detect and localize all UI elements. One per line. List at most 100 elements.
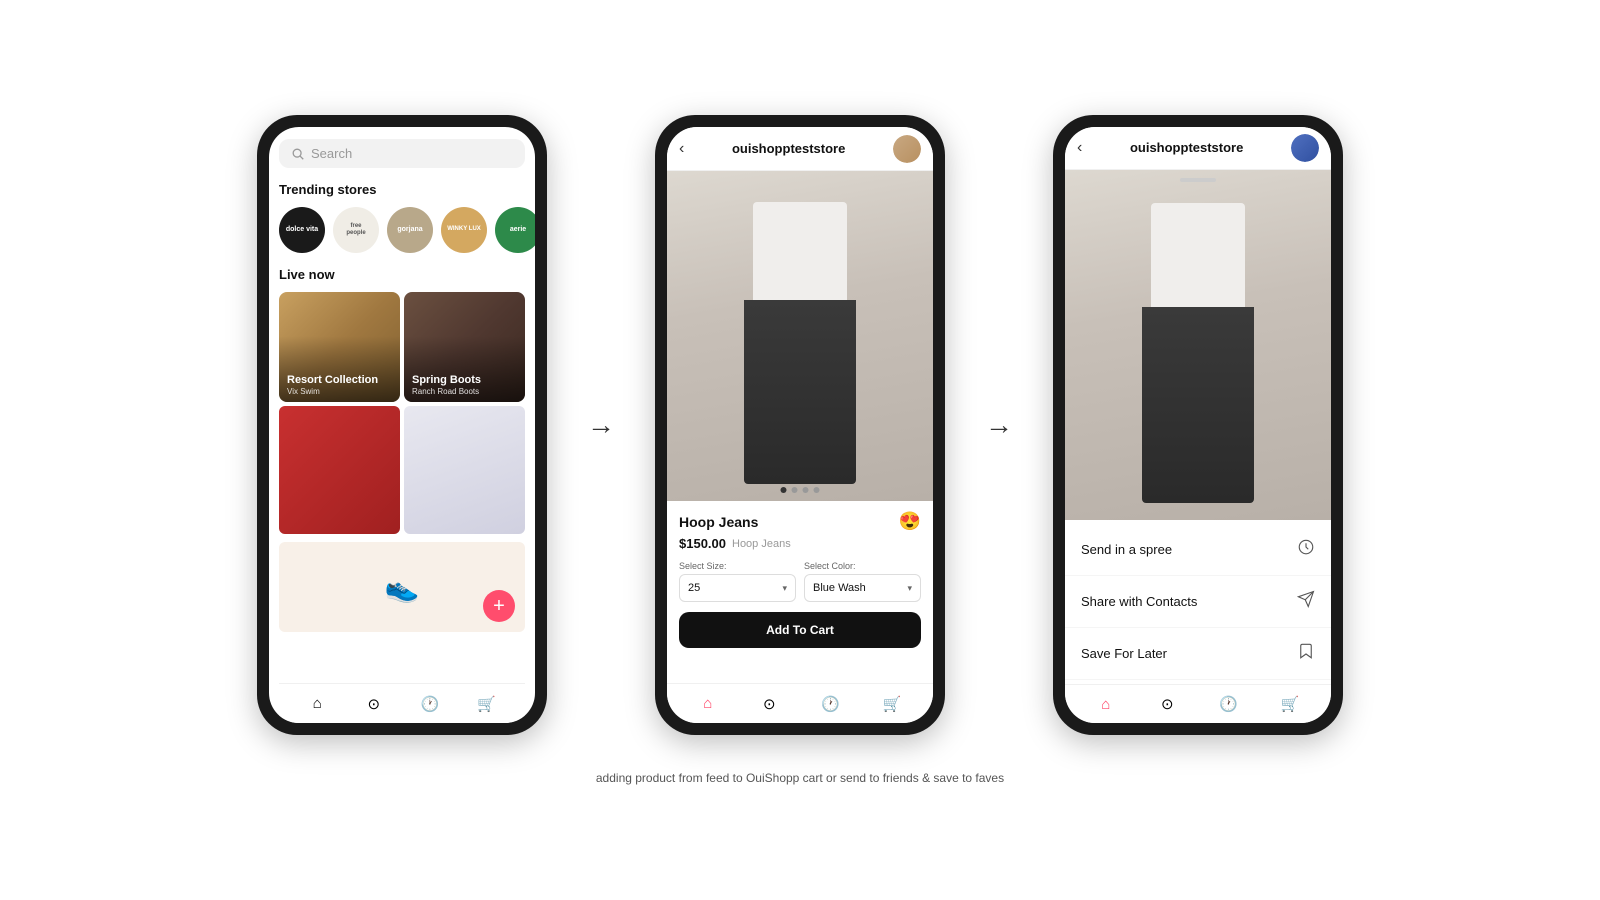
- share-header: ‹ ouishoppteststore: [1065, 127, 1331, 170]
- search-icon: [291, 147, 305, 161]
- back-button[interactable]: ‹: [679, 140, 684, 158]
- dot-2: [792, 487, 798, 493]
- save-later-option[interactable]: Save For Later: [1065, 628, 1331, 680]
- boots-title: Spring Boots: [412, 374, 481, 387]
- products-grid: [279, 406, 525, 534]
- send-icon: [1297, 590, 1315, 613]
- share-product-image: [1065, 170, 1331, 520]
- cart-nav[interactable]: 🛒: [477, 694, 497, 714]
- dot-3: [803, 487, 809, 493]
- store-label: WINKY LUX: [447, 226, 481, 233]
- shoe-image: 👟: [385, 571, 420, 604]
- size-chevron: ▾: [782, 583, 787, 594]
- product-image: [667, 171, 933, 501]
- store-label: dolce vita: [286, 226, 318, 234]
- store-dolce-vita[interactable]: dolce vita: [279, 207, 325, 253]
- title-row: Hoop Jeans 😍: [679, 511, 921, 532]
- home-nav-3[interactable]: ⌂: [1096, 694, 1116, 714]
- store-label: aerie: [510, 226, 526, 234]
- product-info: Hoop Jeans 😍 $150.00 Hoop Jeans Select S…: [667, 501, 933, 658]
- price-label: Hoop Jeans: [732, 538, 791, 550]
- home-nav-2[interactable]: ⌂: [698, 694, 718, 714]
- color-chevron: ▾: [907, 583, 912, 594]
- phone-1-screen: Search Trending stores dolce vita freepe…: [269, 127, 535, 723]
- live-card-resort[interactable]: Resort Collection Vix Swim: [279, 292, 400, 402]
- phone-2-screen: ‹ ouishoppteststore: [667, 127, 933, 723]
- store-aerie[interactable]: aerie: [495, 207, 535, 253]
- dress-card[interactable]: [279, 406, 400, 534]
- color-dropdown[interactable]: Blue Wash ▾: [804, 574, 921, 602]
- bottom-nav: ⌂ ⊙ 🕐 🛒: [279, 683, 525, 723]
- price-row: $150.00 Hoop Jeans: [679, 536, 921, 551]
- color-label: Select Color:: [804, 561, 921, 571]
- clock-nav-2[interactable]: 🕐: [821, 694, 841, 714]
- send-spree-option[interactable]: Send in a spree: [1065, 524, 1331, 576]
- share-back-button[interactable]: ‹: [1077, 139, 1082, 157]
- dot-4: [814, 487, 820, 493]
- size-label: Select Size:: [679, 561, 796, 571]
- store-gorjana[interactable]: gorjana: [387, 207, 433, 253]
- search-nav-2[interactable]: ⊙: [759, 694, 779, 714]
- boots-card-content: Spring Boots Ranch Road Boots: [404, 368, 489, 402]
- screenshots-container: Search Trending stores dolce vita freepe…: [257, 115, 1343, 735]
- clock-icon: [1297, 538, 1315, 561]
- cart-nav-3[interactable]: 🛒: [1280, 694, 1300, 714]
- live-card-boots[interactable]: Spring Boots Ranch Road Boots: [404, 292, 525, 402]
- live-now-grid: Resort Collection Vix Swim Spring Boots …: [279, 292, 525, 402]
- dot-1: [781, 487, 787, 493]
- add-fab-button[interactable]: +: [483, 590, 515, 622]
- product-bottom-nav: ⌂ ⊙ 🕐 🛒: [667, 683, 933, 723]
- phone-3-screen: ‹ ouishoppteststore: [1065, 127, 1331, 723]
- size-value: 25: [688, 582, 700, 594]
- shoe-card[interactable]: 👟 +: [279, 542, 525, 632]
- store-avatar: [893, 135, 921, 163]
- store-free-people[interactable]: freepeople: [333, 207, 379, 253]
- price: $150.00: [679, 536, 726, 551]
- home-nav[interactable]: ⌂: [307, 694, 327, 714]
- trending-title: Trending stores: [279, 182, 525, 197]
- share-store-name: ouishoppteststore: [1130, 140, 1243, 155]
- product-name: Hoop Jeans: [679, 514, 758, 530]
- size-dropdown[interactable]: 25 ▾: [679, 574, 796, 602]
- phone-3-share: ‹ ouishoppteststore: [1053, 115, 1343, 735]
- share-contacts-option[interactable]: Share with Contacts: [1065, 576, 1331, 628]
- share-options: Send in a spree Share with Contacts: [1065, 520, 1331, 684]
- share-handle: [1180, 178, 1216, 182]
- reaction-emoji[interactable]: 😍: [899, 511, 921, 532]
- product-header: ‹ ouishoppteststore: [667, 127, 933, 171]
- search-nav[interactable]: ⊙: [364, 694, 384, 714]
- boots-subtitle: Ranch Road Boots: [412, 387, 481, 396]
- selectors-row: Select Size: 25 ▾ Select Color: Blue Was…: [679, 561, 921, 602]
- bookmark-icon: [1297, 642, 1315, 665]
- page-caption: adding product from feed to OuiShopp car…: [596, 771, 1004, 785]
- clock-nav[interactable]: 🕐: [420, 694, 440, 714]
- store-label: gorjana: [397, 226, 422, 234]
- arrow-1: →: [587, 409, 615, 441]
- phone-1-feed: Search Trending stores dolce vita freepe…: [257, 115, 547, 735]
- color-selector-group: Select Color: Blue Wash ▾: [804, 561, 921, 602]
- store-name: ouishoppteststore: [732, 141, 845, 156]
- search-nav-3[interactable]: ⊙: [1157, 694, 1177, 714]
- store-winky-lux[interactable]: WINKY LUX: [441, 207, 487, 253]
- share-avatar: [1291, 134, 1319, 162]
- store-label: freepeople: [346, 223, 365, 236]
- color-value: Blue Wash: [813, 582, 866, 594]
- size-selector-group: Select Size: 25 ▾: [679, 561, 796, 602]
- share-bottom-nav: ⌂ ⊙ 🕐 🛒: [1065, 684, 1331, 723]
- spree-label: Send in a spree: [1081, 542, 1172, 557]
- add-to-cart-button[interactable]: Add To Cart: [679, 612, 921, 648]
- phone-2-product: ‹ ouishoppteststore: [655, 115, 945, 735]
- trending-stores: dolce vita freepeople gorjana WINKY LUX …: [279, 207, 525, 253]
- live-now-title: Live now: [279, 267, 525, 282]
- resort-subtitle: Vix Swim: [287, 387, 378, 396]
- leggings-card[interactable]: [404, 406, 525, 534]
- jeans-photo: [667, 171, 933, 501]
- clock-nav-3[interactable]: 🕐: [1219, 694, 1239, 714]
- search-bar[interactable]: Search: [279, 139, 525, 168]
- image-dots: [781, 487, 820, 493]
- resort-card-content: Resort Collection Vix Swim: [279, 368, 386, 402]
- search-placeholder: Search: [311, 146, 352, 161]
- save-label: Save For Later: [1081, 646, 1167, 661]
- cart-nav-2[interactable]: 🛒: [882, 694, 902, 714]
- contacts-label: Share with Contacts: [1081, 594, 1197, 609]
